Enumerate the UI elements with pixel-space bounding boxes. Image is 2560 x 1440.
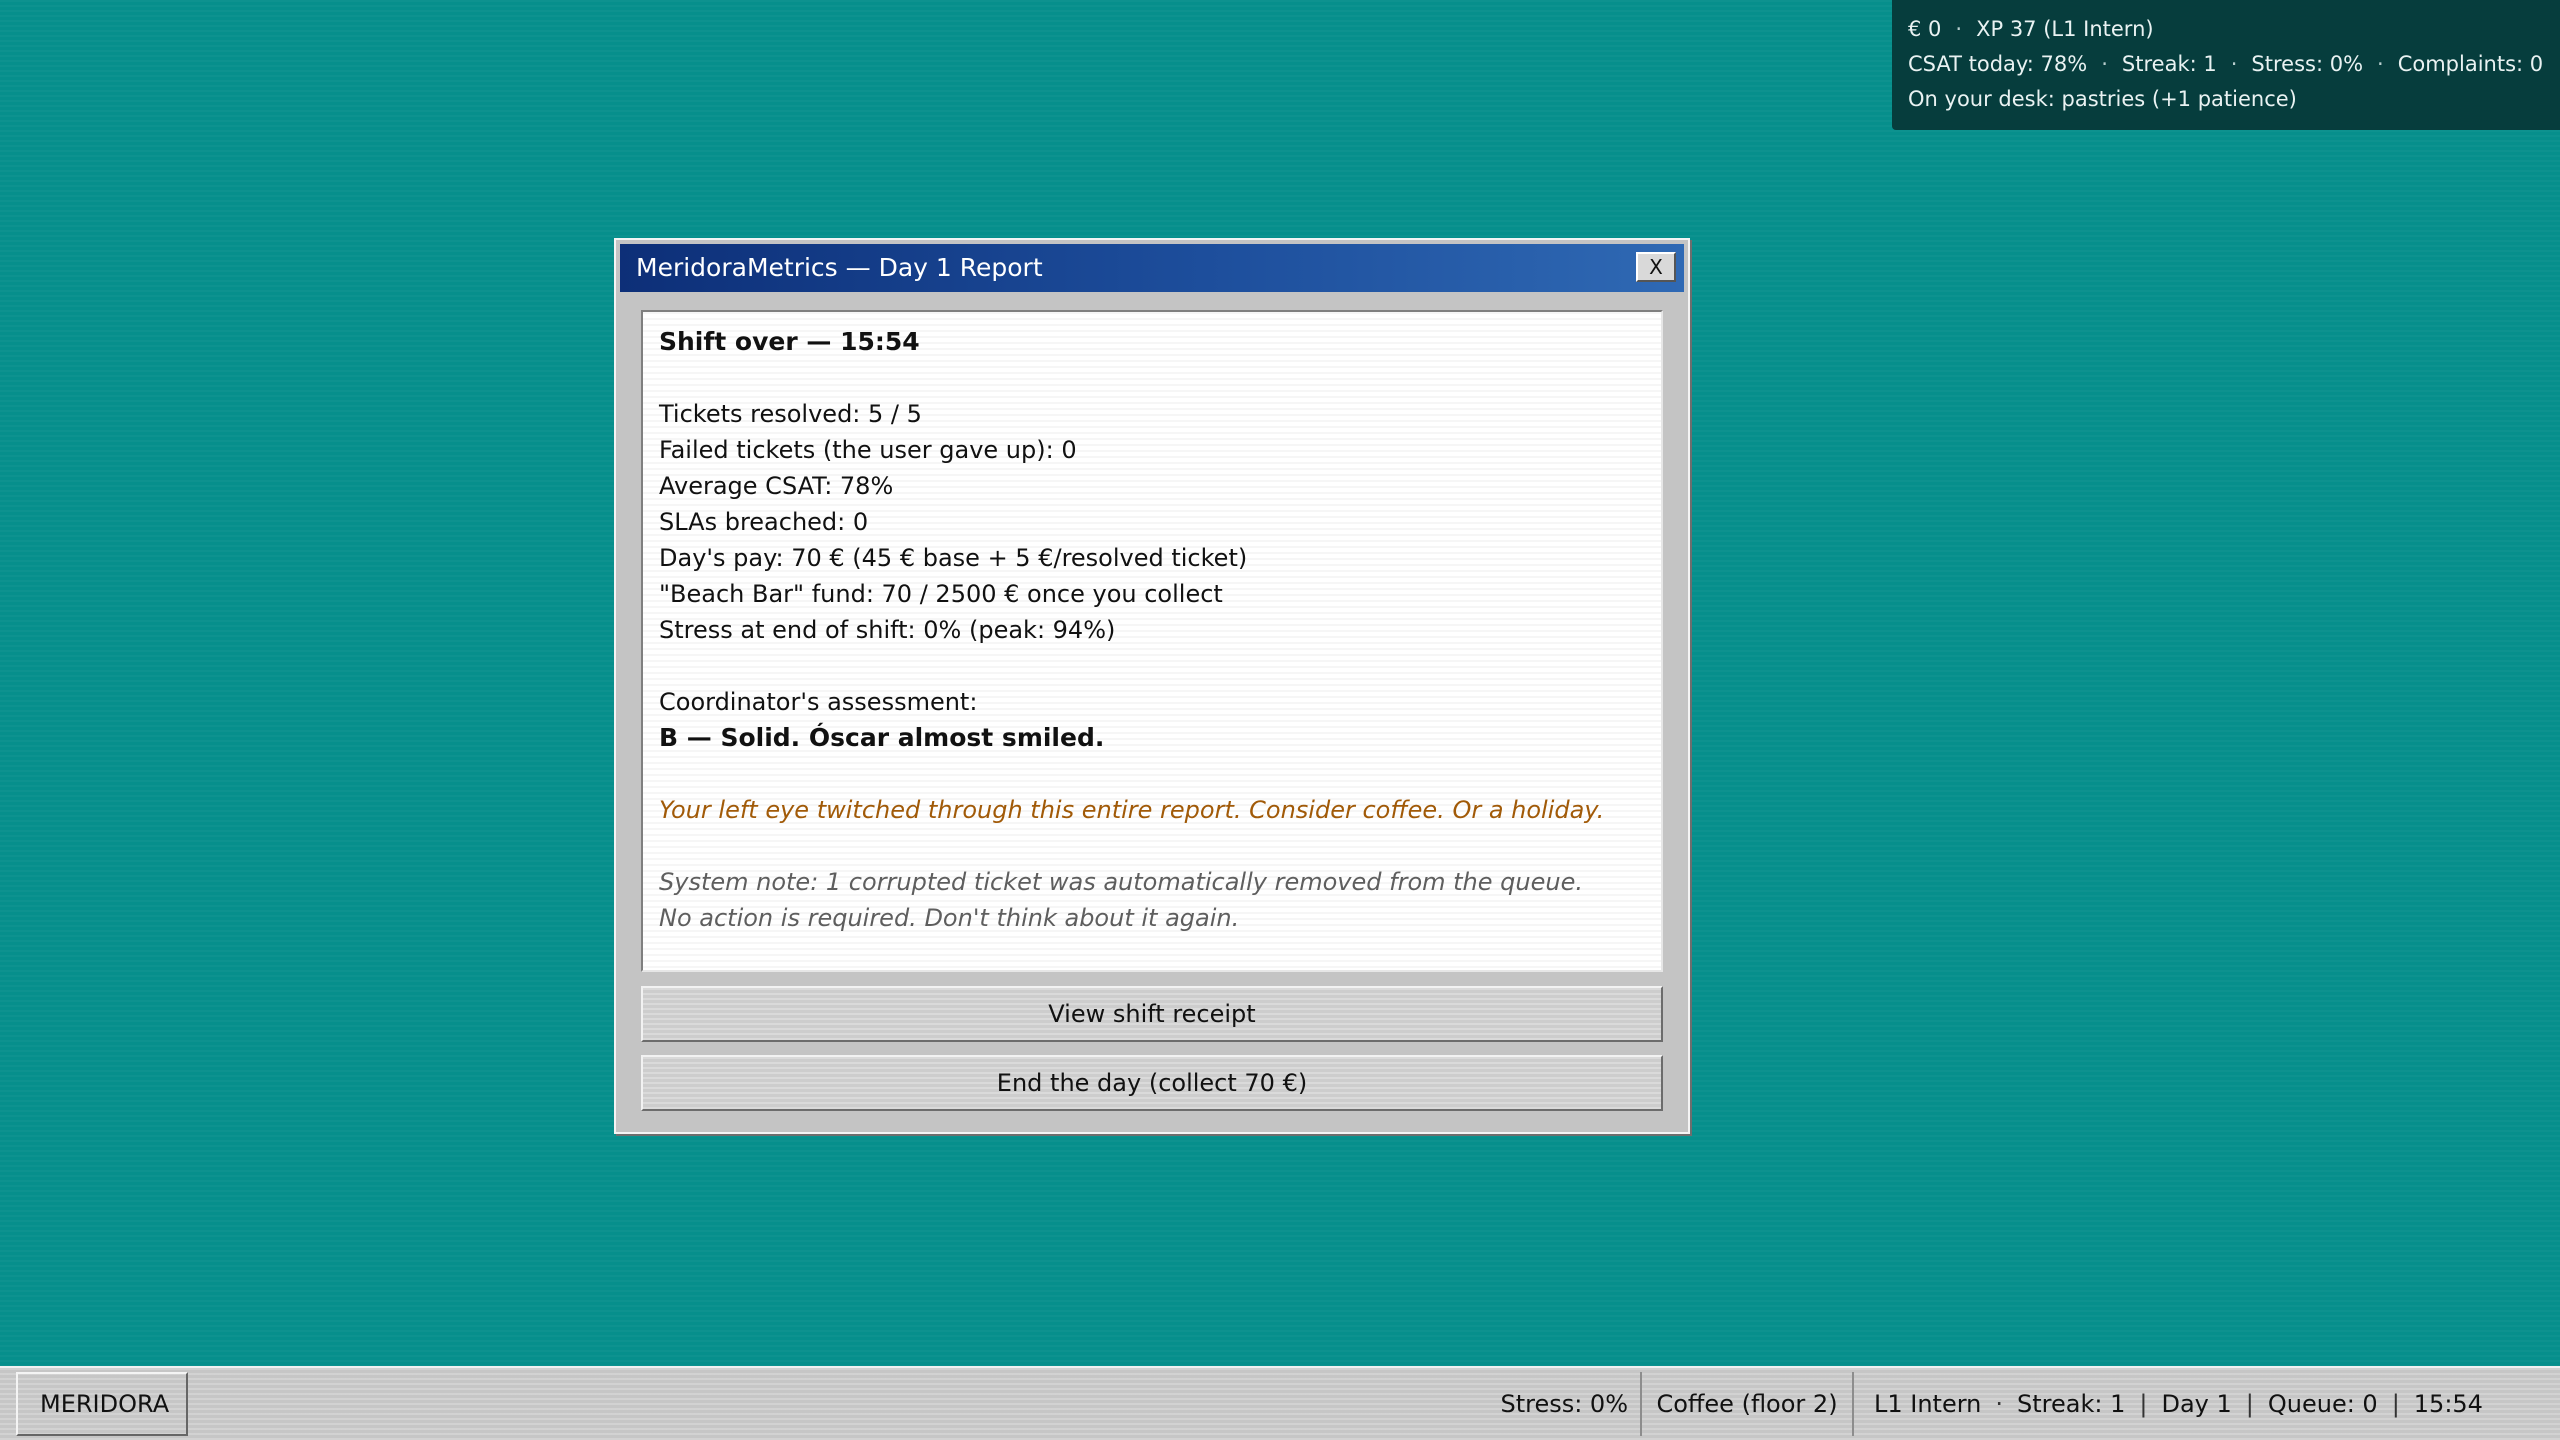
taskbar-rank: L1 Intern: [1874, 1390, 1982, 1418]
stat-days-pay: Day's pay: 70 € (45 € base + 5 €/resolve…: [659, 544, 1248, 572]
hud-separator: ·: [2101, 52, 2108, 76]
view-receipt-button[interactable]: View shift receipt: [641, 986, 1663, 1042]
coffee-button[interactable]: Coffee (floor 2): [1640, 1372, 1854, 1436]
end-day-button[interactable]: End the day (collect 70 €): [641, 1055, 1663, 1111]
hud-desk-item: On your desk: pastries (+1 patience): [1908, 87, 2297, 111]
taskbar-streak: Streak: 1: [2017, 1390, 2126, 1418]
assessment-grade: B — Solid. Óscar almost smiled.: [659, 723, 1105, 752]
close-button[interactable]: X: [1636, 252, 1676, 282]
status-hud: € 0 · XP 37 (L1 Intern) CSAT today: 78% · St…: [1892, 0, 2560, 130]
dialog-title: MeridoraMetrics — Day 1 Report: [636, 253, 1043, 282]
hud-line-2: CSAT today: 78% · Streak: 1 · Stress: 0% · Com…: [1908, 47, 2560, 82]
system-note: System note: 1 corrupted ticket was auto…: [659, 868, 1583, 896]
hud-money: € 0: [1908, 17, 1942, 41]
dialog-titlebar[interactable]: MeridoraMetrics — Day 1 Report X: [620, 244, 1684, 292]
hud-streak: Streak: 1: [2121, 52, 2217, 76]
system-note-followup: No action is required. Don't think about…: [659, 904, 1240, 932]
start-button[interactable]: MERIDORA: [16, 1372, 188, 1436]
hud-separator: ·: [2377, 52, 2384, 76]
stat-average-csat: Average CSAT: 78%: [659, 472, 894, 500]
taskbar-separator: ·: [1995, 1390, 2004, 1418]
stress-warning: Your left eye twitched through this enti…: [659, 796, 1605, 824]
stat-beach-bar-fund: "Beach Bar" fund: 70 / 2500 € once you c…: [659, 580, 1223, 608]
taskbar-separator: |: [2139, 1390, 2148, 1418]
hud-xp: XP 37 (L1 Intern): [1976, 17, 2154, 41]
hud-line-3: On your desk: pastries (+1 patience): [1908, 82, 2560, 117]
day-report-dialog: MeridoraMetrics — Day 1 Report X Shift o…: [614, 238, 1690, 1134]
taskbar-separator: |: [2391, 1390, 2400, 1418]
assessment-label: Coordinator's assessment:: [659, 688, 978, 716]
hud-stress: Stress: 0%: [2251, 52, 2364, 76]
taskbar-separator: |: [2245, 1390, 2254, 1418]
taskbar-day: Day 1: [2161, 1390, 2232, 1418]
hud-line-1: € 0 · XP 37 (L1 Intern): [1908, 12, 2560, 47]
stat-stress: Stress at end of shift: 0% (peak: 94%): [659, 616, 1116, 644]
taskbar-stress: Stress: 0%: [1500, 1390, 1628, 1418]
stat-tickets-resolved: Tickets resolved: 5 / 5: [659, 400, 922, 428]
taskbar-queue: Queue: 0: [2267, 1390, 2378, 1418]
stat-slas-breached: SLAs breached: 0: [659, 508, 869, 536]
stat-failed-tickets: Failed tickets (the user gave up): 0: [659, 436, 1077, 464]
report-content: Shift over — 15:54 Tickets resolved: 5 /…: [641, 310, 1663, 972]
hud-complaints: Complaints: 0: [2397, 52, 2544, 76]
hud-separator: ·: [1955, 17, 1963, 41]
hud-separator: ·: [2230, 52, 2238, 76]
report-heading: Shift over — 15:54: [659, 327, 920, 356]
hud-csat: CSAT today: 78%: [1908, 52, 2088, 76]
taskbar-clock: 15:54: [2413, 1390, 2483, 1418]
taskbar-status: L1 Intern · Streak: 1 | Day 1 | Queue: 0 | 15:54: [1874, 1372, 2546, 1436]
taskbar: MERIDORA Stress: 0% Coffee (floor 2) L1 …: [0, 1366, 2560, 1440]
